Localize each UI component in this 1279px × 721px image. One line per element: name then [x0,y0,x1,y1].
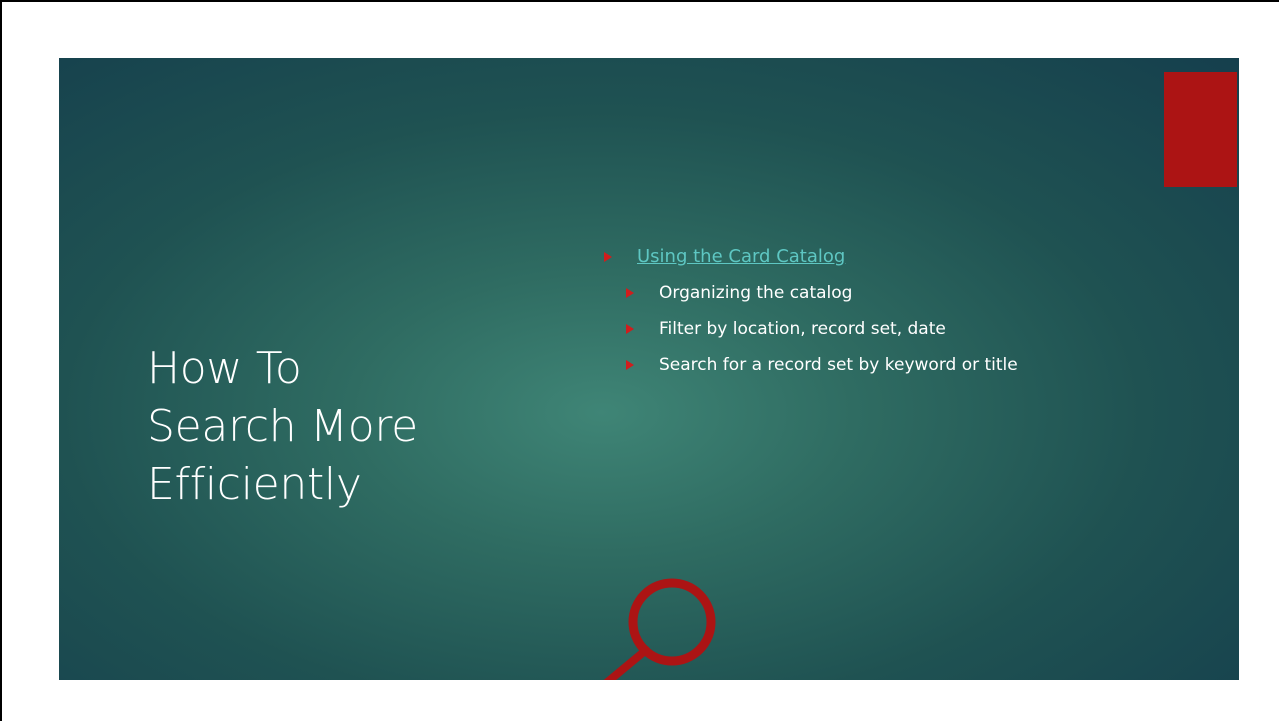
accent-bar [1164,72,1237,187]
triangle-bullet-icon [626,324,634,334]
sub-bullet-item: Filter by location, record set, date [602,316,1162,342]
sub-bullet-text: Search for a record set by keyword or ti… [659,355,1018,375]
sub-bullet-item: Organizing the catalog [602,280,1162,306]
title-line-2: Search More [147,401,418,452]
slide-title: How To Search More Efficiently [147,340,527,514]
magnifying-glass-icon [603,578,716,680]
triangle-bullet-icon [626,288,634,298]
magnifier-handle [603,646,650,680]
bullet-list: Using the Card Catalog Organizing the ca… [602,244,1162,378]
bullet-item-card-catalog: Using the Card Catalog [602,244,1162,270]
title-line-1: How To [147,343,302,394]
sub-bullet-text: Organizing the catalog [659,283,853,303]
title-line-3: Efficiently [147,459,362,510]
sub-bullet-text: Filter by location, record set, date [659,319,946,339]
triangle-bullet-icon [626,360,634,370]
triangle-bullet-icon [604,252,612,262]
sub-bullet-item: Search for a record set by keyword or ti… [602,352,1162,378]
slide-canvas: How To Search More Efficiently Using the… [59,58,1239,680]
card-catalog-link[interactable]: Using the Card Catalog [637,246,845,267]
